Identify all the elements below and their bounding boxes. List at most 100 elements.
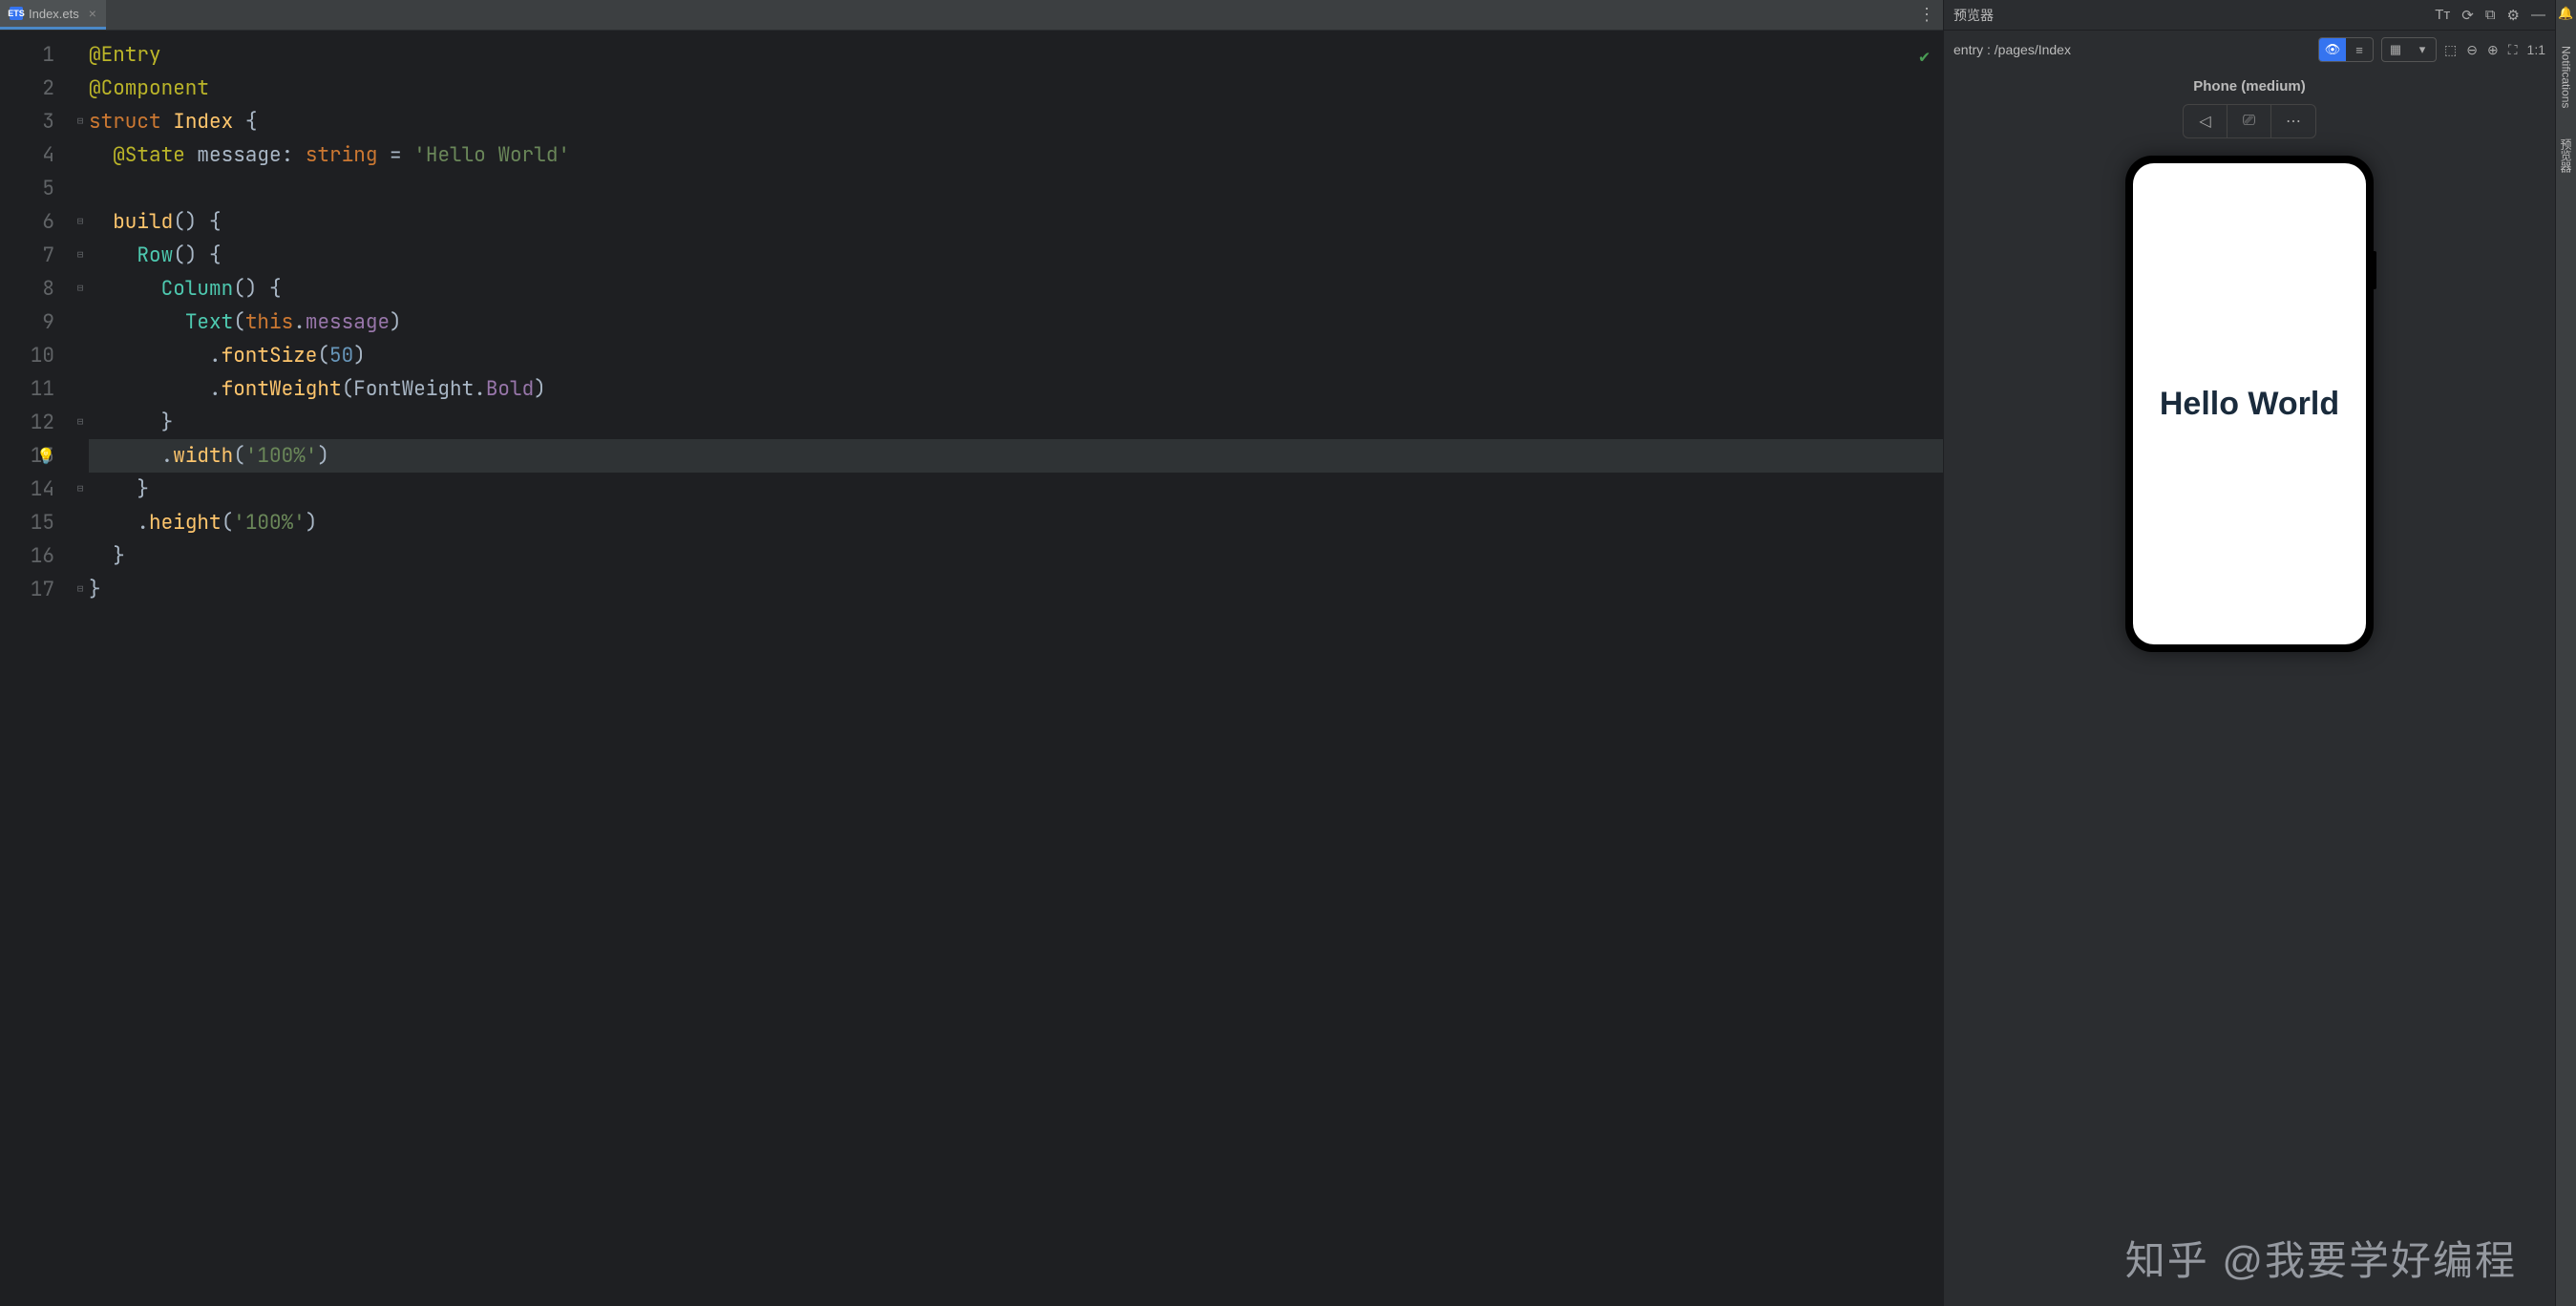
grid-icon[interactable]: ▦ [2382, 38, 2409, 61]
parens-brace: () { [173, 242, 221, 268]
paren: ( [317, 343, 329, 369]
notifications-tab[interactable]: Notifications [2560, 40, 2573, 114]
number-literal: 50 [329, 343, 353, 369]
paren: ) [306, 510, 318, 536]
colon: : [282, 142, 306, 168]
string-literal: '100%' [245, 443, 318, 469]
parens-brace: () { [173, 209, 221, 235]
chevron-down-icon[interactable]: ▾ [2409, 38, 2436, 61]
method-fontsize: fontSize [222, 343, 318, 369]
builtin-column: Column [161, 276, 234, 302]
device-controls: ◁ ⎚ ⋯ [2183, 104, 2316, 138]
watermark: 知乎 @我要学好编程 [2125, 1229, 2517, 1287]
decorator-component: @Component [89, 75, 209, 101]
preview-title: 预览器 [1953, 6, 2435, 25]
kw-struct: struct [89, 109, 161, 135]
previewer-tab[interactable]: 预览器 [2558, 133, 2574, 179]
editor-pane: ETS Index.ets × ⋮ 1234567891011121314151… [0, 0, 1944, 1306]
preview-pane: 预览器 Tᴛ ⟳ ⧉ ⚙ — entry : /pages/Index 👁 ≡ … [1944, 0, 2555, 1306]
method-height: height [149, 510, 222, 536]
eye-icon[interactable]: 👁 [2319, 38, 2346, 61]
dot: . [209, 343, 222, 369]
prop-message: message [306, 309, 390, 335]
dot: . [137, 510, 149, 536]
bulb-icon[interactable]: 💡 [36, 439, 55, 473]
check-icon[interactable]: ✔ [1919, 40, 1930, 74]
preview-header-icons: Tᴛ ⟳ ⧉ ⚙ — [2435, 7, 2545, 24]
editor-body[interactable]: 1234567891011121314151617 ⊟⊟⊟⊟⊟⊟⊟ ✔ @Ent… [0, 31, 1943, 1306]
close-brace: } [137, 476, 149, 502]
zoom-tools: ⬚ ⊖ ⊕ ⛶ 1:1 [2444, 42, 2545, 58]
refresh-icon[interactable]: ⟳ [2461, 7, 2474, 24]
tab-filename: Index.ets [29, 7, 79, 21]
method-build: build [113, 209, 173, 235]
enum-bold: Bold [486, 376, 534, 402]
paren: ( [342, 376, 354, 402]
layout-mode-group: ▦ ▾ [2381, 37, 2437, 62]
paren: ) [534, 376, 546, 402]
view-mode-group: 👁 ≡ [2318, 37, 2374, 62]
fit-icon[interactable]: ⛶ [2508, 42, 2518, 58]
crop-icon[interactable]: ⬚ [2444, 42, 2457, 58]
paren: ( [222, 510, 234, 536]
method-fontweight: fontWeight [222, 376, 342, 402]
dot: . [209, 376, 222, 402]
code-area[interactable]: ✔ @Entry @Component struct Index { @Stat… [89, 31, 1943, 1306]
zoom-in-icon[interactable]: ⊕ [2487, 42, 2499, 58]
type-string: string [306, 142, 378, 168]
entry-path: entry : /pages/Index [1953, 42, 2311, 57]
current-line: 💡 .width('100%') [89, 439, 1943, 473]
device-label: Phone (medium) [2193, 78, 2306, 95]
parens-brace: () { [233, 276, 281, 302]
var-message: message [185, 142, 282, 168]
close-brace: } [89, 577, 101, 602]
app-root: ETS Index.ets × ⋮ 1234567891011121314151… [0, 0, 2576, 1306]
builtin-text: Text [185, 309, 233, 335]
minimize-icon[interactable]: — [2531, 7, 2545, 24]
method-width: width [173, 443, 233, 469]
phone-screen[interactable]: Hello World [2133, 163, 2366, 644]
gear-icon[interactable]: ⚙ [2507, 7, 2520, 24]
dot: . [474, 376, 486, 402]
eq: = [377, 142, 413, 168]
preview-toolbar: entry : /pages/Index 👁 ≡ ▦ ▾ ⬚ ⊖ ⊕ ⛶ 1:1 [1944, 31, 2555, 69]
string-literal: '100%' [233, 510, 306, 536]
ets-file-icon: ETS [10, 7, 23, 20]
more-icon[interactable]: ⋯ [2271, 105, 2315, 137]
bell-icon[interactable]: 🔔 [2558, 6, 2573, 21]
side-rail: 🔔 Notifications 预览器 [2555, 0, 2576, 1306]
paren: ( [233, 309, 245, 335]
phone-frame: Hello World [2125, 156, 2374, 652]
text-tool-icon[interactable]: Tᴛ [2435, 7, 2450, 24]
zoom-out-icon[interactable]: ⊖ [2466, 42, 2478, 58]
enum-fontweight: FontWeight [353, 376, 474, 402]
paren: ) [317, 443, 329, 469]
back-icon[interactable]: ◁ [2184, 105, 2228, 137]
kw-this: this [245, 309, 293, 335]
paren: ) [353, 343, 366, 369]
zoom-ratio[interactable]: 1:1 [2527, 42, 2545, 58]
line-gutter: 1234567891011121314151617 [0, 31, 72, 1306]
paren: ( [233, 443, 245, 469]
string-literal: 'Hello World' [413, 142, 570, 168]
fold-column: ⊟⊟⊟⊟⊟⊟⊟ [72, 31, 89, 1306]
layers-icon[interactable]: ≡ [2346, 38, 2373, 61]
rotate-icon[interactable]: ⎚ [2228, 105, 2271, 137]
tab-bar: ETS Index.ets × ⋮ [0, 0, 1943, 31]
decorator-state: @State [113, 142, 185, 168]
preview-header: 预览器 Tᴛ ⟳ ⧉ ⚙ — [1944, 0, 2555, 31]
close-brace: } [113, 543, 125, 569]
preview-message: Hello World [2160, 386, 2339, 423]
decorator-entry: @Entry [89, 42, 161, 68]
paren: ) [390, 309, 402, 335]
device-area: Phone (medium) ◁ ⎚ ⋯ Hello World 知乎 @我要学… [1944, 69, 2555, 1306]
dot: . [293, 309, 306, 335]
tab-more-icon[interactable]: ⋮ [1918, 5, 1935, 25]
inspect-icon[interactable]: ⧉ [2485, 7, 2496, 24]
brace: { [233, 109, 257, 135]
builtin-row: Row [137, 242, 173, 268]
file-tab[interactable]: ETS Index.ets × [0, 0, 106, 30]
dot: . [161, 443, 174, 469]
class-name: Index [173, 109, 233, 135]
close-icon[interactable]: × [89, 6, 96, 21]
